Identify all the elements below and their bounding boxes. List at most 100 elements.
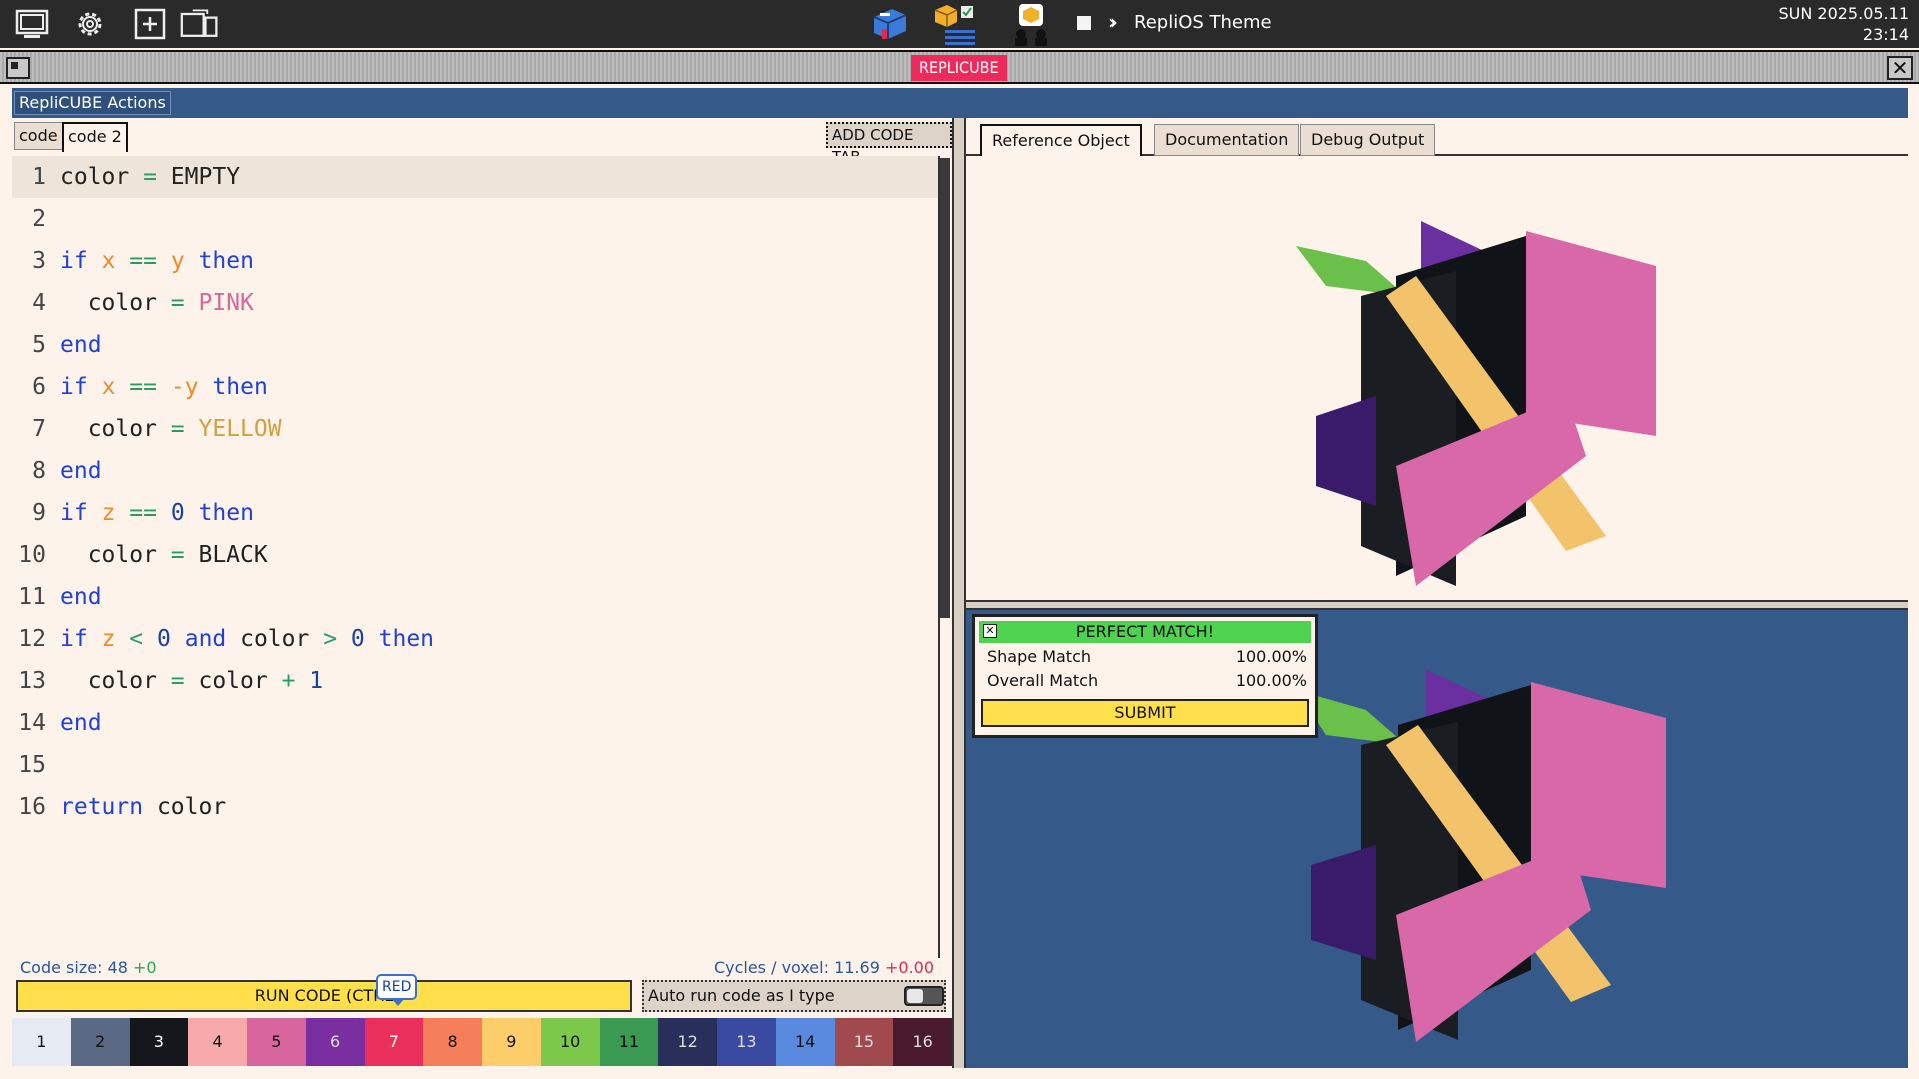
- code-text: if z < 0 and color > 0 then: [60, 626, 435, 652]
- reference-object-view[interactable]: [966, 156, 1908, 600]
- tab-code-2[interactable]: code 2: [62, 122, 128, 152]
- code-line[interactable]: 1 color = EMPTY: [12, 156, 940, 198]
- clock-time: 23:14: [1862, 25, 1909, 44]
- shape-match-value: 100.00%: [1235, 647, 1307, 666]
- code-line[interactable]: 12 if z < 0 and color > 0 then: [12, 618, 940, 660]
- line-number: 13: [18, 668, 46, 694]
- tab-reference-object[interactable]: Reference Object: [980, 124, 1142, 158]
- palette-color-7[interactable]: 7: [364, 1018, 424, 1066]
- line-number: 7: [32, 416, 46, 442]
- purple-steps-left: [1311, 845, 1376, 960]
- actions-menu[interactable]: RepliCUBE Actions: [14, 91, 171, 115]
- close-icon[interactable]: ✕: [1887, 56, 1913, 80]
- code-line[interactable]: 9 if z == 0 then: [12, 492, 940, 534]
- code-text: end: [60, 710, 102, 736]
- palette-color-3[interactable]: 3: [129, 1018, 189, 1066]
- mailbox-app-icon[interactable]: [866, 4, 912, 44]
- vertical-splitter[interactable]: [952, 118, 966, 1068]
- palette-color-8[interactable]: 8: [423, 1018, 482, 1066]
- code-line[interactable]: 4 color = PINK: [12, 282, 940, 324]
- code-line[interactable]: 5 end: [12, 324, 940, 366]
- line-number: 12: [18, 626, 46, 652]
- code-line[interactable]: 10 color = BLACK: [12, 534, 940, 576]
- code-line[interactable]: 2: [12, 198, 940, 240]
- clock-date: SUN 2025.05.11: [1778, 4, 1909, 23]
- palette-color-6[interactable]: 6: [305, 1018, 365, 1066]
- window-menu-button[interactable]: [6, 57, 30, 79]
- code-line[interactable]: 15: [12, 744, 940, 786]
- new-window-icon[interactable]: [130, 4, 170, 44]
- shape-match-label: Shape Match: [987, 647, 1092, 666]
- code-line[interactable]: 14 end: [12, 702, 940, 744]
- line-number: 8: [32, 458, 46, 484]
- gear-icon[interactable]: [70, 4, 110, 44]
- cycles-label: Cycles / voxel: 11.69: [713, 958, 880, 977]
- code-text: end: [60, 458, 102, 484]
- auto-run-toggle[interactable]: [904, 986, 944, 1006]
- palette-color-13[interactable]: 13: [717, 1018, 776, 1066]
- palette-color-16[interactable]: 16: [893, 1018, 952, 1066]
- code-text: if x == -y then: [60, 374, 268, 400]
- code-text: color = YELLOW: [60, 416, 282, 442]
- palette-color-5[interactable]: 5: [247, 1018, 306, 1066]
- line-number: 2: [32, 206, 46, 232]
- code-line[interactable]: 8 end: [12, 450, 940, 492]
- tab-debug-output[interactable]: Debug Output: [1300, 124, 1436, 156]
- purple-steps-left: [1316, 396, 1376, 506]
- code-size-label: Code size: 48: [20, 958, 128, 977]
- code-line[interactable]: 6 if x == -y then: [12, 366, 940, 408]
- line-number: 9: [32, 500, 46, 526]
- palette-color-12[interactable]: 12: [658, 1018, 717, 1066]
- horizontal-splitter[interactable]: [966, 600, 1908, 610]
- auto-run-toggle-row[interactable]: Auto run code as I type: [642, 980, 946, 1012]
- palette-color-10[interactable]: 10: [540, 1018, 600, 1066]
- preview-pane: Reference Object Documentation Debug Out…: [966, 118, 1908, 1068]
- run-code-button[interactable]: RUN CODE (CTRL: [16, 980, 632, 1012]
- palette-color-4[interactable]: 4: [188, 1018, 247, 1066]
- users-app-icon[interactable]: [1008, 4, 1054, 46]
- code-line[interactable]: 16 return color: [12, 786, 940, 828]
- code-text: color = EMPTY: [60, 164, 241, 190]
- palette-color-1[interactable]: 1: [12, 1018, 71, 1066]
- tab-documentation[interactable]: Documentation: [1154, 124, 1300, 156]
- line-number: 3: [32, 248, 46, 274]
- tab-code[interactable]: code: [14, 122, 63, 150]
- color-tooltip: RED: [376, 974, 418, 1006]
- reference-tabs: Reference Object Documentation Debug Out…: [966, 118, 1908, 158]
- code-line[interactable]: 3 if x == y then: [12, 240, 940, 282]
- stop-icon[interactable]: [1077, 16, 1091, 30]
- code-line[interactable]: 11 end: [12, 576, 940, 618]
- voxel-model: [1296, 670, 1666, 1042]
- windows-icon[interactable]: [180, 4, 220, 44]
- theme-label[interactable]: RepliOS Theme: [1134, 12, 1272, 33]
- palette-color-9[interactable]: 9: [482, 1018, 541, 1066]
- clock: SUN 2025.05.11 23:14: [1778, 3, 1909, 45]
- palette-color-11[interactable]: 11: [599, 1018, 659, 1066]
- code-line[interactable]: 13 color = color + 1: [12, 660, 940, 702]
- replicube-app-icon[interactable]: [928, 4, 990, 45]
- code-text: color = color + 1: [60, 668, 324, 694]
- add-code-tab-button[interactable]: ADD CODE TAB: [826, 122, 952, 166]
- submit-button[interactable]: SUBMIT: [981, 699, 1309, 727]
- line-number: 14: [18, 710, 46, 736]
- editor-scrollbar-thumb[interactable]: [940, 158, 950, 618]
- overall-match-row: Overall Match 100.00%: [987, 671, 1307, 690]
- shape-match-row: Shape Match 100.00%: [987, 647, 1307, 666]
- code-editor[interactable]: 1 color = EMPTY 2 3 if x == y then 4 col…: [12, 156, 940, 820]
- cycles-stat: Cycles / voxel: 11.69 +0.00: [714, 958, 934, 977]
- monitor-icon[interactable]: [12, 4, 52, 44]
- code-pane: code code 2 ADD CODE TAB 1 color = EMPTY…: [12, 118, 952, 1068]
- code-text: return color: [60, 794, 227, 820]
- voxel-model: [1296, 221, 1656, 586]
- system-top-bar: ›› RepliOS Theme SUN 2025.05.11 23:14: [0, 0, 1919, 48]
- window-title-bar: REPLICUBE ✕: [0, 50, 1919, 84]
- line-number: 15: [18, 752, 46, 778]
- palette-color-2[interactable]: 2: [70, 1018, 130, 1066]
- palette-color-14[interactable]: 14: [775, 1018, 835, 1066]
- code-line[interactable]: 7 color = YELLOW: [12, 408, 940, 450]
- line-number: 16: [18, 794, 46, 820]
- close-icon[interactable]: ✕: [983, 624, 997, 638]
- palette-color-15[interactable]: 15: [834, 1018, 894, 1066]
- line-number: 1: [32, 164, 46, 190]
- match-panel: PERFECT MATCH! ✕ Shape Match 100.00% Ove…: [972, 614, 1318, 738]
